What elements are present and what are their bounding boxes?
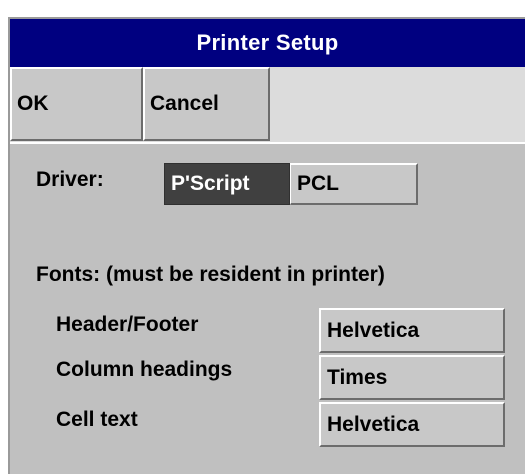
dialog-title: Printer Setup: [196, 30, 339, 55]
dialog-title-bar: Printer Setup: [10, 19, 525, 67]
header-footer-font-button[interactable]: Helvetica: [319, 308, 505, 353]
dialog-toolbar: OK Cancel: [10, 67, 525, 144]
header-footer-label: Header/Footer: [56, 313, 199, 336]
column-headings-label: Column headings: [56, 358, 233, 381]
driver-option-pcl[interactable]: PCL: [290, 163, 418, 205]
driver-label: Driver:: [36, 168, 104, 191]
fonts-heading: Fonts: (must be resident in printer): [36, 263, 385, 286]
cell-text-label: Cell text: [56, 408, 138, 431]
driver-option-pscript[interactable]: P'Script: [164, 163, 290, 205]
column-headings-font-button[interactable]: Times: [319, 355, 505, 400]
printer-setup-dialog: Printer Setup OK Cancel Driver: P'Script…: [8, 17, 525, 474]
ok-button[interactable]: OK: [10, 67, 143, 141]
cell-text-font-button[interactable]: Helvetica: [319, 402, 505, 447]
cancel-button[interactable]: Cancel: [143, 67, 270, 141]
